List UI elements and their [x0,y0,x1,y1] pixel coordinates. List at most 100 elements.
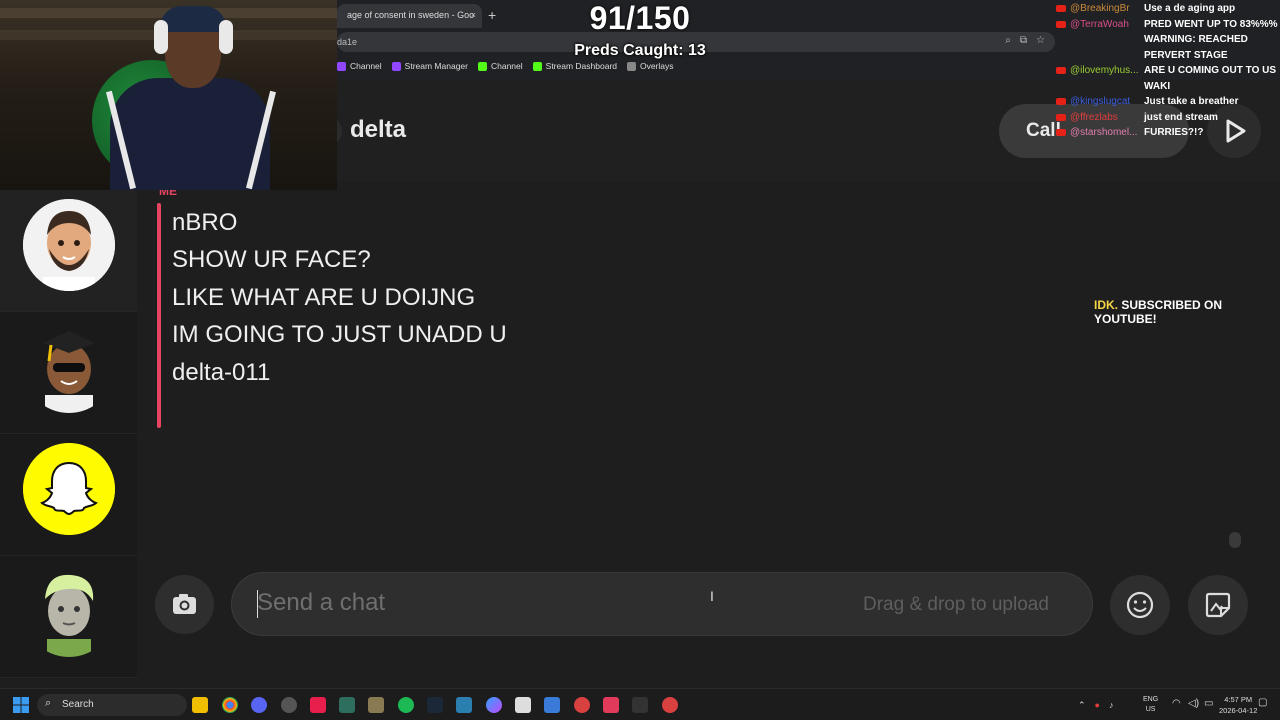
sticker-button[interactable] [1188,575,1248,635]
sidebar-item-contact[interactable] [0,312,137,434]
bookmark-star-icon[interactable]: ☆ [1036,35,1045,46]
app-icon[interactable] [339,697,355,713]
bookmark-item[interactable]: Channel [337,61,382,71]
message-accent-bar [157,203,161,428]
youtube-icon [1056,98,1066,105]
stream-chat-text: Just take a breather [1144,96,1239,107]
bookmark-item[interactable]: Channel [477,61,523,71]
system-tray: ⌃ ● ♪ [1078,693,1113,717]
message-line: nBRO [172,209,238,236]
stream-chat-text: WAKI [1144,80,1171,92]
app-icon[interactable] [368,697,384,713]
spotify-icon[interactable] [398,697,414,713]
bookmark-item[interactable]: Overlays [627,61,674,71]
file-explorer-icon[interactable] [192,697,208,713]
youtube-icon [1056,5,1066,12]
stream-chat-message: @ilovemyhus... ARE U COMING OUT TO US [1050,64,1280,80]
copilot-icon[interactable] [486,697,502,713]
sticker-icon [1205,592,1231,618]
kick-icon [477,61,487,71]
bookmark-item[interactable]: Stream Manager [391,61,468,71]
sidebar-item-team-snapchat[interactable] [0,434,137,556]
message-list [137,182,1263,572]
settings-icon[interactable] [281,697,297,713]
new-tab-button[interactable]: + [488,7,496,23]
contact-name[interactable]: delta [350,116,406,144]
headphones [154,20,168,54]
streamer-cap [160,6,226,32]
app-icon[interactable] [632,697,648,713]
tray-app-icon[interactable]: ● [1095,700,1100,710]
battery-icon[interactable]: ▭ [1204,698,1213,709]
browser-tab[interactable]: age of consent in sweden - Goo × [337,4,482,28]
address-bar-actions: ⌕ ⧉ ☆ [1005,35,1045,46]
sidebar-item-delta[interactable] [0,190,137,312]
webcam-overlay [0,0,337,190]
search-icon: ⌕ [45,697,52,709]
tab-title: age of consent in sweden - Goo [347,10,475,20]
bookmarks-bar: Channel Stream Manager Channel Stream Da… [337,58,674,74]
taskbar: Search ⌕ ⌃ ● ♪ ENG US ◠ ◁) ▭ 4:57 PM 202… [0,688,1280,720]
twitch-icon [337,61,346,71]
camera-button[interactable] [155,575,214,634]
stream-chat-message: @starshomel... FURRIES?!? [1050,126,1280,142]
youtube-icon [1056,67,1066,74]
emoji-button[interactable] [1110,575,1170,635]
search-label: Search [62,699,94,710]
steam-icon[interactable] [427,697,443,713]
wifi-icon[interactable]: ◠ [1172,698,1181,709]
scrollbar-thumb[interactable] [1229,532,1241,548]
discord-icon[interactable] [251,697,267,713]
anchor-icon [627,61,636,71]
notepad-icon[interactable] [544,697,560,713]
stream-chat-message: WARNING: REACHED [1050,33,1280,49]
stream-chat-message: @kingslugcat Just take a breather [1050,95,1280,111]
message-line: SHOW UR FACE? [172,246,371,273]
subscribe-alert: IDK. SUBSCRIBED ON YOUTUBE! [1094,298,1280,326]
clock[interactable]: 4:57 PM 2026-04-12 [1219,694,1257,716]
zoom-icon[interactable]: ⌕ [1005,35,1011,46]
message-line: delta-011 [172,359,271,386]
text-caret [257,590,258,618]
windows-start-icon[interactable] [13,697,29,713]
bitmoji-avatar [23,565,115,657]
conversation-sidebar [0,190,137,678]
stream-chat-text: WARNING: REACHED [1144,34,1248,45]
sidebar-item-contact[interactable] [0,556,137,678]
stream-chat-text: FURRIES?!? [1144,127,1204,138]
bookmark-item[interactable]: Stream Dashboard [532,61,617,71]
stream-chat-overlay: @BreakingBr Use a de aging app @TerraWoah P… [1050,2,1280,142]
twitch-icon [391,61,401,71]
notification-icon[interactable]: ▢ [1258,697,1267,708]
microphone-icon[interactable]: ♪ [1109,700,1114,710]
stream-chat-message: @TerraWoah PRED WENT UP TO 83%%% [1050,18,1280,34]
stream-chat-message: WAKI [1050,80,1280,96]
chrome-icon[interactable] [222,697,238,713]
streamer-jacket [110,78,270,190]
pred-counter: 91/150 [589,0,691,36]
snapchat-ghost-icon [23,443,115,535]
app-icon[interactable] [662,697,678,713]
youtube-icon [1056,129,1066,136]
bitmoji-avatar [23,321,115,413]
close-tab-icon[interactable]: × [471,10,476,20]
chevron-up-icon[interactable]: ⌃ [1078,700,1086,711]
app-icon[interactable] [574,697,590,713]
taskbar-search[interactable]: Search [37,694,187,716]
app-icon[interactable] [456,697,472,713]
kick-icon [532,61,542,71]
volume-icon[interactable]: ◁) [1188,698,1199,709]
subscriber-name: IDK. [1094,298,1118,312]
text-cursor-icon: I [710,588,714,604]
language-indicator[interactable]: ENG US [1143,695,1158,715]
stream-chat-text: Use a de aging app [1144,3,1236,14]
bitmoji-avatar [23,199,115,291]
stream-chat-message: @BreakingBr Use a de aging app [1050,2,1280,18]
tiktok-icon[interactable] [310,697,326,713]
smiley-icon [1126,591,1154,619]
install-icon[interactable]: ⧉ [1020,35,1027,46]
store-icon[interactable] [515,697,531,713]
stream-chat-text: ARE U COMING OUT TO US [1144,65,1277,76]
app-icon[interactable] [603,697,619,713]
message-line: LIKE WHAT ARE U DOIJNG [172,284,476,311]
